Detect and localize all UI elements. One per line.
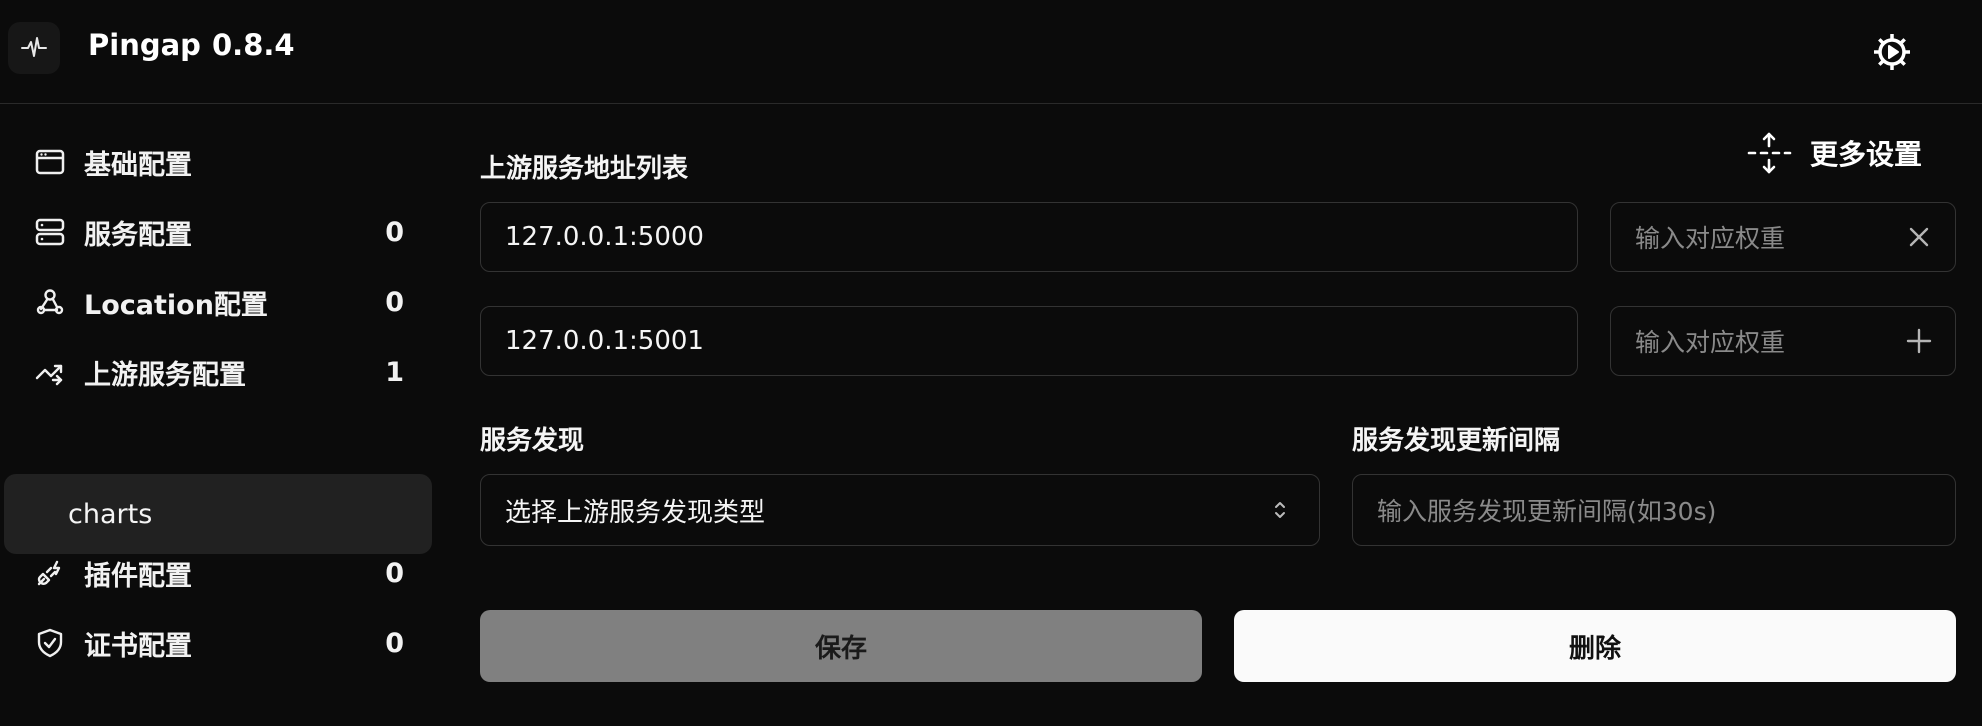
upstream-address-input[interactable]: 127.0.0.1:5001 [480,306,1578,376]
chevron-up-down-icon [1271,497,1289,523]
sidebar-item-count: 0 [385,627,404,659]
app-name: Pingap [88,28,201,62]
discovery-interval-placeholder: 输入服务发现更新间隔(如30s) [1377,497,1717,526]
more-settings-button[interactable]: 更多设置 [1746,128,1922,178]
sidebar-subitem-label: charts [68,498,153,530]
shuffle-icon [34,356,66,388]
upstream-address-value: 127.0.0.1:5000 [505,222,704,252]
sidebar-item-basic[interactable]: 基础配置 [4,123,432,201]
plug-icon [34,557,66,589]
gear-icon [1874,34,1910,70]
app-header: Pingap 0.8.4 [0,0,1982,104]
app-version: 0.8.4 [212,28,295,62]
sidebar-item-location[interactable]: Location配置 0 [4,263,432,341]
browser-window-icon [34,146,66,178]
sidebar-item-server[interactable]: 服务配置 0 [4,193,432,271]
settings-button[interactable] [1864,24,1920,80]
webhook-icon [34,286,66,318]
server-icon [34,216,66,248]
upstream-address-input[interactable]: 127.0.0.1:5000 [480,202,1578,272]
weight-input[interactable]: 输入对应权重 [1610,202,1956,272]
delete-button[interactable]: 删除 [1234,610,1956,682]
sidebar-item-label: 服务配置 [84,219,192,251]
sidebar: 基础配置 服务配置 0 Location配置 0 上游服务配置 1 charts… [0,105,440,726]
plus-icon[interactable] [1903,325,1935,357]
discovery-type-select[interactable]: 选择上游服务发现类型 [480,474,1320,546]
sidebar-item-label: 证书配置 [84,630,192,662]
sidebar-item-count: 0 [385,216,404,248]
save-button[interactable]: 保存 [480,610,1202,682]
sidebar-item-count: 1 [385,356,404,388]
upstream-list-label: 上游服务地址列表 [480,154,689,184]
expand-vertical-icon [1747,132,1792,174]
sidebar-item-certificate[interactable]: 证书配置 0 [4,604,432,682]
weight-placeholder: 输入对应权重 [1635,224,1786,253]
shield-check-icon [34,627,66,659]
pulse-icon[interactable] [8,22,60,74]
close-icon[interactable] [1903,221,1935,253]
discovery-type-value: 选择上游服务发现类型 [505,497,766,528]
weight-placeholder: 输入对应权重 [1635,328,1786,357]
sidebar-item-upstream[interactable]: 上游服务配置 1 [4,333,432,411]
sidebar-item-label: 基础配置 [84,149,192,181]
discovery-interval-label: 服务发现更新间隔 [1352,426,1561,456]
sidebar-item-plugin[interactable]: 插件配置 0 [4,534,432,612]
sidebar-item-label: 上游服务配置 [84,359,246,391]
discovery-interval-input[interactable]: 输入服务发现更新间隔(如30s) [1352,474,1956,546]
weight-input[interactable]: 输入对应权重 [1610,306,1956,376]
sidebar-item-count: 0 [385,557,404,589]
sidebar-item-count: 0 [385,286,404,318]
discovery-label: 服务发现 [480,426,585,456]
sidebar-item-label: Location配置 [84,289,268,321]
more-settings-label: 更多设置 [1810,138,1923,171]
sidebar-item-label: 插件配置 [84,560,192,592]
upstream-address-value: 127.0.0.1:5001 [505,326,704,356]
